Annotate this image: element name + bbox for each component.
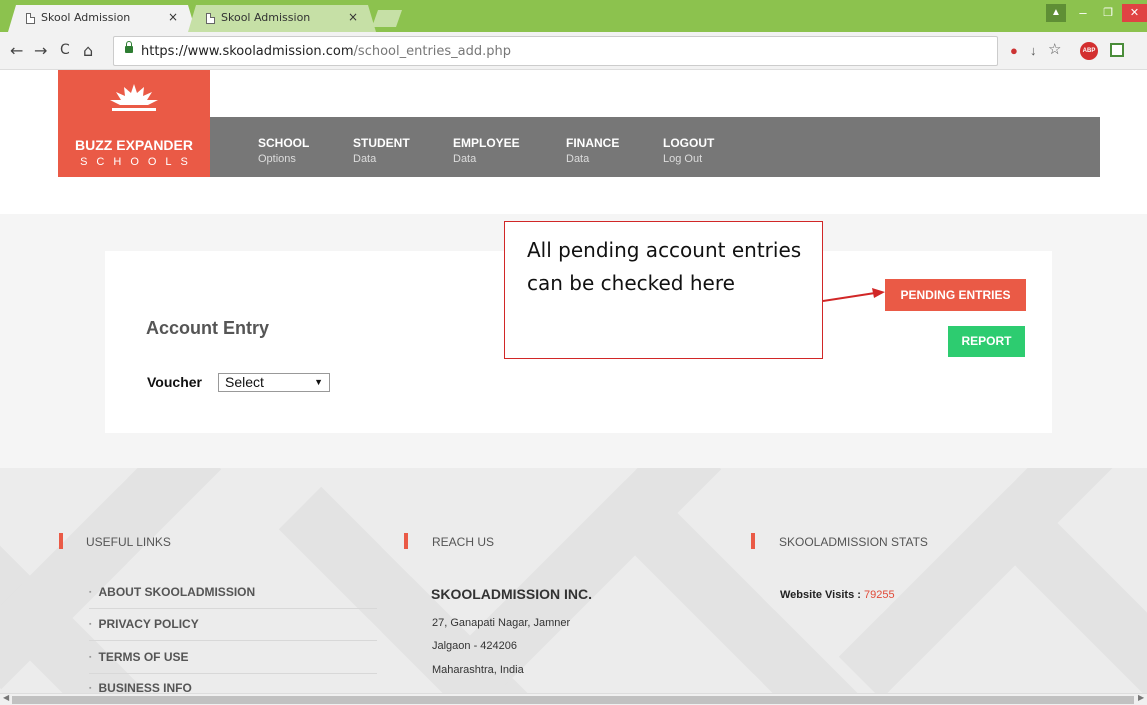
scrollbar-thumb[interactable] xyxy=(12,696,1134,704)
browser-tab[interactable]: Skool Admission × xyxy=(188,5,376,32)
website-visits: Website Visits : 79255 xyxy=(780,589,895,601)
url-text: https://www.skooladmission.com/school_en… xyxy=(141,44,512,59)
nav-item-school[interactable]: SCHOOL Options xyxy=(258,136,309,165)
annotation-arrow-icon xyxy=(823,288,885,302)
page-title: Account Entry xyxy=(146,318,270,338)
footer-link-about[interactable]: ABOUT SKOOLADMISSION xyxy=(89,585,255,599)
address-line: Maharashtra, India xyxy=(432,664,524,676)
footer-link-privacy[interactable]: PRIVACY POLICY xyxy=(89,617,198,631)
new-tab-button[interactable] xyxy=(372,10,402,27)
main-nav: SCHOOL Options STUDENT Data EMPLOYEE Dat… xyxy=(210,117,1100,177)
adblock-icon[interactable]: ABP xyxy=(1080,42,1098,60)
home-icon[interactable]: ⌂ xyxy=(83,41,93,60)
tab-close-icon[interactable]: × xyxy=(348,10,358,24)
user-profile-icon[interactable]: ▲ xyxy=(1046,4,1066,22)
page-icon xyxy=(206,13,215,24)
nav-item-student[interactable]: STUDENT Data xyxy=(353,136,410,165)
nav-item-employee[interactable]: EMPLOYEE Data xyxy=(453,136,520,165)
dropdown-arrow-icon: ▼ xyxy=(314,377,323,387)
visits-count: 79255 xyxy=(863,589,895,601)
horizontal-scrollbar[interactable]: ◀ ▶ xyxy=(0,693,1147,705)
bookmark-star-icon[interactable]: ☆ xyxy=(1048,40,1061,58)
footer-link-terms[interactable]: TERMS OF USE xyxy=(89,650,188,664)
close-window-icon[interactable]: ✕ xyxy=(1122,4,1147,22)
tab-title: Skool Admission xyxy=(41,11,131,24)
voucher-selected-value: Select xyxy=(225,374,264,390)
nav-item-finance[interactable]: FINANCE Data xyxy=(566,136,619,165)
extension-icon[interactable] xyxy=(1110,43,1124,57)
sun-logo-icon xyxy=(110,84,158,111)
forward-icon[interactable]: → xyxy=(34,41,47,60)
pending-entries-button[interactable]: PENDING ENTRIES xyxy=(885,279,1026,311)
logo[interactable]: BUZZ EXPANDER SCHOOLS xyxy=(58,70,210,177)
report-button[interactable]: REPORT xyxy=(948,326,1025,357)
pin-icon[interactable]: ↓ xyxy=(1030,43,1037,58)
nav-item-logout[interactable]: LOGOUT Log Out xyxy=(663,136,714,165)
reach-us-heading: REACH US xyxy=(432,535,495,549)
voucher-select[interactable]: Select ▼ xyxy=(218,373,330,392)
browser-tab-active[interactable]: Skool Admission × xyxy=(8,5,196,32)
browser-toolbar: ← → C ⌂ https://www.skooladmission.com/s… xyxy=(0,32,1147,70)
page-icon xyxy=(26,13,35,24)
tab-close-icon[interactable]: × xyxy=(168,10,178,24)
minimize-icon[interactable]: – xyxy=(1072,4,1094,22)
address-bar[interactable]: https://www.skooladmission.com/school_en… xyxy=(113,36,998,66)
voucher-label: Voucher xyxy=(147,374,202,390)
stats-heading: SKOOLADMISSION STATS xyxy=(779,535,928,549)
address-line: Jalgaon - 424206 xyxy=(432,640,518,652)
scroll-right-icon[interactable]: ▶ xyxy=(1138,693,1144,702)
restore-icon[interactable]: ❐ xyxy=(1097,4,1119,22)
scroll-left-icon[interactable]: ◀ xyxy=(3,693,9,702)
tab-title: Skool Admission xyxy=(221,11,311,24)
annotation-callout: All pending account entries can be check… xyxy=(504,221,823,359)
notification-icon[interactable]: ● xyxy=(1010,43,1018,58)
brand-name: BUZZ EXPANDER xyxy=(75,137,193,153)
brand-subtitle: SCHOOLS xyxy=(80,156,197,168)
back-icon[interactable]: ← xyxy=(10,41,23,60)
lock-icon xyxy=(125,41,133,53)
browser-tab-strip: Skool Admission × Skool Admission × ▲ – … xyxy=(0,0,1147,32)
address-line: 27, Ganapati Nagar, Jamner xyxy=(432,617,571,629)
reload-icon[interactable]: C xyxy=(60,42,70,58)
company-name: SKOOLADMISSION INC. xyxy=(431,586,593,602)
useful-links-heading: USEFUL LINKS xyxy=(86,535,171,549)
